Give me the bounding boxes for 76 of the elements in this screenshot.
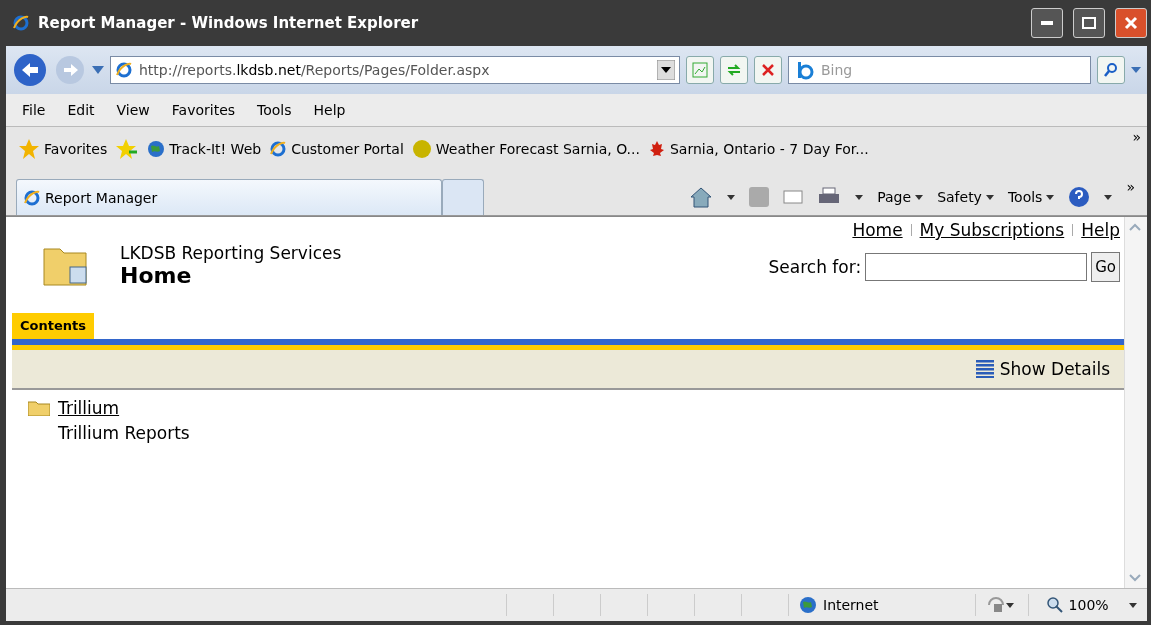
overflow-chevron[interactable]: » [1126, 179, 1135, 195]
caret-icon [915, 194, 924, 200]
caret-icon [1128, 602, 1137, 608]
page-heading: Home [120, 262, 192, 288]
sun-icon [411, 139, 432, 159]
caret-icon [1046, 194, 1055, 200]
minimize-icon [1041, 21, 1053, 25]
bing-logo-icon [795, 60, 815, 80]
contents-tab[interactable]: Contents [12, 313, 94, 339]
ie-logo-icon [269, 140, 288, 158]
dropdown-icon[interactable] [657, 60, 675, 80]
command-menu[interactable]: Safety [937, 189, 994, 205]
browser-tab[interactable]: Report Manager [16, 179, 442, 215]
site-title: LKDSB Reporting Services [120, 242, 342, 263]
search-label: Search for: [768, 257, 862, 277]
home-icon[interactable] [689, 186, 714, 208]
search-options-caret-icon[interactable] [1131, 67, 1141, 73]
recent-pages-caret-icon[interactable] [92, 66, 104, 74]
stop-icon [761, 63, 775, 77]
search-input[interactable] [865, 253, 1088, 281]
zoom-level[interactable]: 100% [1046, 597, 1109, 613]
header-link[interactable]: Home [852, 220, 903, 240]
command-menu[interactable]: Page [877, 189, 924, 205]
refresh-icon [726, 62, 742, 78]
address-field[interactable]: http://reports.lkdsb.net/Reports/Pages/Folder.aspx [110, 56, 680, 84]
maximize-icon [1082, 17, 1096, 29]
scrollbar[interactable] [1124, 217, 1147, 588]
list-icon [975, 360, 994, 378]
search-button[interactable] [1097, 56, 1125, 84]
favorites-button[interactable]: Favorites [18, 138, 108, 160]
menu-item[interactable]: Tools [257, 102, 292, 118]
close-button[interactable] [1115, 8, 1147, 38]
ie-logo-icon [115, 61, 133, 79]
security-zone[interactable]: Internet [799, 596, 879, 614]
ie-logo-icon [12, 14, 30, 32]
caret-icon [985, 194, 994, 200]
refresh-button[interactable] [720, 56, 748, 84]
ie-logo-icon [23, 188, 41, 207]
star-icon [18, 138, 40, 160]
page-chart-icon [692, 62, 708, 78]
menu-item[interactable]: Favorites [171, 102, 236, 118]
add-favorite-icon[interactable] [115, 138, 140, 160]
show-details-button[interactable]: Show Details [975, 359, 1110, 379]
caret-icon [1104, 194, 1113, 200]
back-button[interactable] [12, 52, 48, 88]
search-icon [1103, 62, 1119, 78]
menu-item[interactable]: Help [313, 102, 346, 118]
minimize-button[interactable] [1031, 8, 1063, 38]
favorites-link[interactable]: Sarnia, Ontario - 7 Day For... [647, 140, 869, 158]
stop-button[interactable] [754, 56, 782, 84]
go-button[interactable]: Go [1091, 252, 1120, 282]
url-text: http://reports.lkdsb.net/Reports/Pages/Folder.aspx [139, 62, 491, 78]
globe-icon [147, 140, 166, 158]
menu-item[interactable]: File [22, 102, 46, 118]
folder-description: Trillium Reports [57, 423, 191, 443]
close-icon [1124, 16, 1138, 30]
compatibility-button[interactable] [686, 56, 714, 84]
maximize-button[interactable] [1073, 8, 1105, 38]
caret-icon [855, 194, 864, 200]
menu-item[interactable]: Edit [67, 102, 95, 118]
zoom-icon [1046, 597, 1063, 613]
favorites-link[interactable]: Customer Portal [269, 140, 404, 158]
menu-item[interactable]: View [116, 102, 150, 118]
header-link[interactable]: My Subscriptions [919, 220, 1065, 240]
window-title: Report Manager - Windows Internet Explorer [38, 14, 420, 32]
help-icon[interactable] [1068, 186, 1091, 208]
overflow-chevron[interactable]: » [1132, 129, 1141, 145]
folder-link[interactable]: Trillium [58, 398, 120, 418]
favorites-link[interactable]: Weather Forecast Sarnia, O... [411, 139, 640, 159]
header-link[interactable]: Help [1081, 220, 1120, 240]
folder-icon [28, 400, 50, 416]
favorites-link[interactable]: Track-It! Web [147, 140, 262, 158]
caret-icon [1005, 602, 1014, 608]
globe-icon [799, 596, 817, 614]
caret-icon [727, 194, 736, 200]
command-menu[interactable]: Tools [1007, 189, 1055, 205]
